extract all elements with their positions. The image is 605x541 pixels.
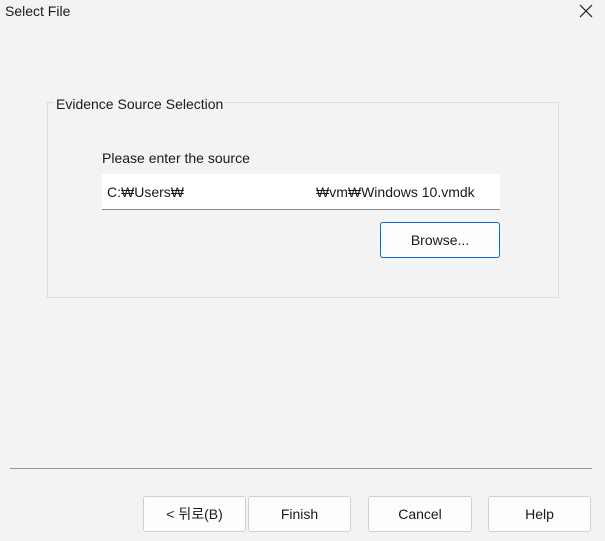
source-path-head: C:₩Users₩	[107, 184, 184, 200]
finish-button[interactable]: Finish	[248, 496, 351, 532]
back-button[interactable]: < 뒤로(B)	[143, 496, 246, 532]
close-icon	[579, 4, 593, 23]
window-title: Select File	[5, 3, 71, 19]
source-path-tail: ₩vm₩Windows 10.vmdk	[316, 184, 475, 200]
source-label: Please enter the source	[102, 150, 250, 166]
footer-divider	[10, 468, 592, 469]
browse-button[interactable]: Browse...	[380, 222, 500, 258]
group-legend: Evidence Source Selection	[54, 96, 226, 112]
title-bar: Select File	[0, 0, 605, 26]
close-button[interactable]	[567, 0, 605, 26]
cancel-button[interactable]: Cancel	[368, 496, 472, 532]
help-button[interactable]: Help	[488, 496, 591, 532]
